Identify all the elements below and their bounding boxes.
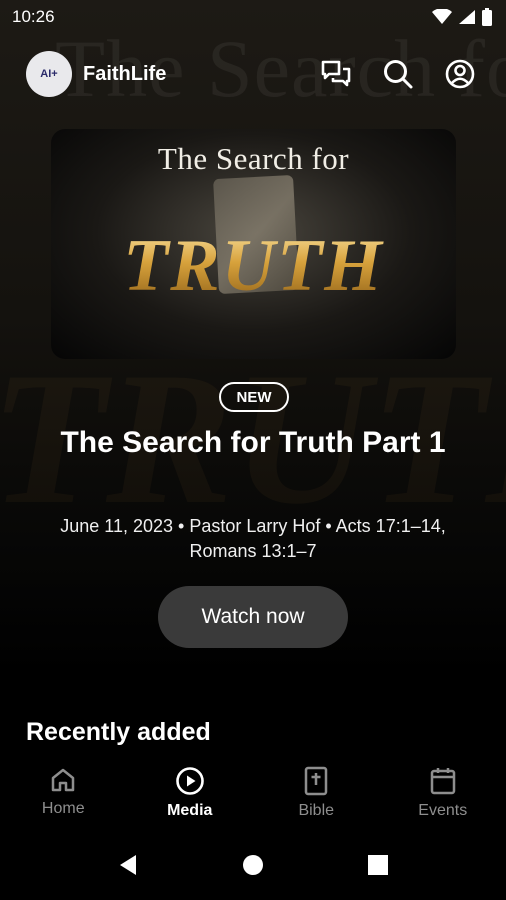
app-name: FaithLife (83, 62, 167, 85)
nav-home[interactable]: Home (0, 754, 127, 830)
account-icon (445, 59, 475, 89)
nav-bible-label: Bible (298, 802, 335, 819)
back-icon[interactable] (118, 854, 138, 876)
chat-button[interactable] (318, 56, 354, 92)
nav-media-label: Media (167, 802, 213, 819)
wifi-icon (432, 9, 452, 24)
nav-home-label: Home (41, 800, 85, 817)
header-actions (318, 56, 478, 92)
play-icon (175, 767, 204, 795)
signal-icon (459, 10, 475, 24)
search-icon (384, 60, 413, 89)
nav-events-label: Events (418, 802, 468, 819)
featured-title: The Search for Truth Part 1 (60, 426, 446, 459)
battery-icon (482, 8, 492, 26)
logo-text: AI+ (40, 68, 58, 80)
bottom-nav: Home Media Bible Events (0, 754, 506, 830)
home-circle-icon[interactable] (242, 854, 264, 876)
home-icon (52, 768, 75, 792)
chat-icon (321, 60, 351, 87)
featured-artwork[interactable]: The Search for TRUTH (51, 129, 456, 359)
nav-events[interactable]: Events (380, 754, 506, 830)
featured-meta: June 11, 2023 • Pastor Larry Hof • Acts … (60, 516, 446, 561)
status-time: 10:26 (12, 7, 55, 26)
nav-bible[interactable]: Bible (253, 754, 380, 830)
app-logo[interactable]: AI+ (26, 51, 72, 97)
nav-media[interactable]: Media (127, 754, 254, 830)
status-icons (432, 8, 492, 26)
app-header: AI+ FaithLife (26, 50, 478, 98)
calendar-icon (430, 768, 455, 795)
system-nav-bar (0, 830, 506, 900)
status-bar: 10:26 (0, 0, 506, 34)
artwork-title-top: The Search for (157, 141, 350, 176)
recently-added-heading: Recently added (26, 718, 211, 746)
new-badge: NEW (219, 382, 289, 412)
bible-icon (305, 766, 328, 796)
account-button[interactable] (442, 56, 478, 92)
artwork-title-main: TRUTH (51, 224, 456, 309)
search-button[interactable] (380, 56, 416, 92)
recents-icon[interactable] (368, 855, 388, 875)
watch-now-button[interactable]: Watch now (158, 586, 348, 648)
